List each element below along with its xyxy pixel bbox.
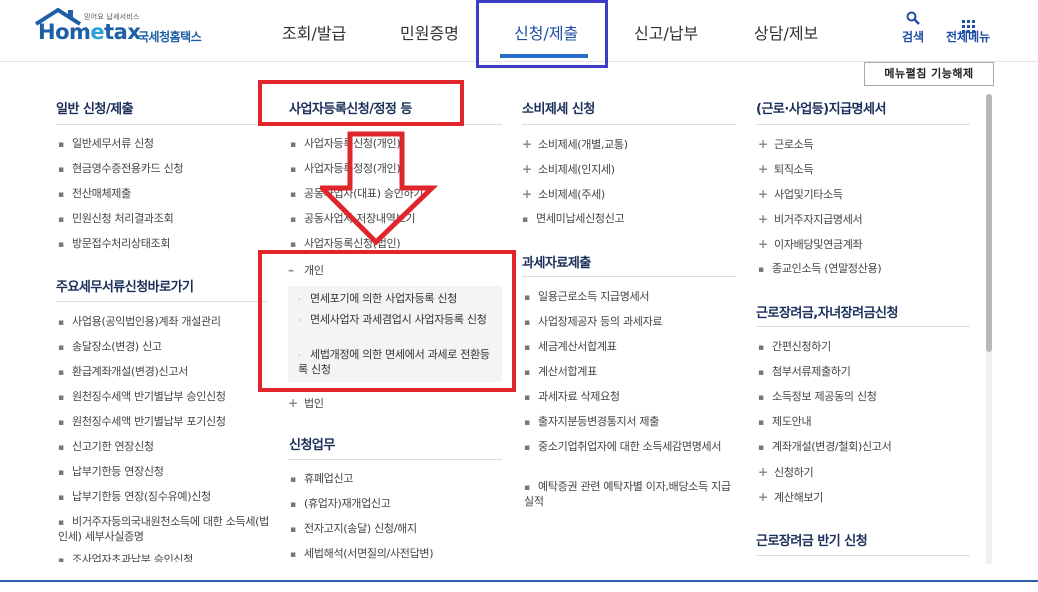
- divider: [522, 276, 736, 277]
- menu-link[interactable]: ▪ 첨부서류제출하기: [758, 365, 851, 380]
- menu-link[interactable]: ▪ 민원신청 처리결과조회: [58, 212, 174, 227]
- section-title-consumption-tax[interactable]: 소비제세 신청: [522, 98, 595, 117]
- menu-link[interactable]: ▪ 면세미납세신청신고: [522, 212, 625, 227]
- section-title-shortcuts[interactable]: 주요세무서류신청바로가기: [56, 276, 194, 295]
- menu-link[interactable]: + 근로소득: [758, 137, 814, 152]
- divider: [756, 326, 970, 327]
- menu-link[interactable]: + 퇴직소득: [758, 162, 814, 177]
- nav-inquiry[interactable]: 조회/발급: [282, 20, 346, 44]
- menu-link[interactable]: ▪ 환급계좌개설(변경)신고서: [58, 365, 188, 380]
- section-title-semiannual-application[interactable]: 근로장려금 반기 신청: [756, 530, 868, 549]
- search-icon: [902, 8, 924, 28]
- menu-link[interactable]: ▪ 과세자료 삭제요청: [524, 390, 620, 405]
- annotation-red-box-submenu: [258, 250, 516, 392]
- divider: [288, 459, 502, 460]
- annotation-down-arrow-icon: [320, 131, 439, 246]
- menu-link[interactable]: ▪ 납부기한등 연장신청: [58, 465, 164, 480]
- menu-link[interactable]: ▪ 전자고지(송달) 신청/해지: [290, 522, 417, 537]
- menu-link[interactable]: ▪ 계산서합계표: [524, 365, 597, 380]
- divider: [756, 124, 970, 125]
- divider: [56, 301, 268, 302]
- menu-link[interactable]: + 소비제세(인지세): [522, 162, 615, 177]
- menu-link[interactable]: + 소비제세(주세): [522, 187, 605, 202]
- menu-link[interactable]: ▪ 사업용(공익법인용)계좌 개설관리: [58, 315, 221, 330]
- menu-link[interactable]: ▪ 일용근로소득 지급명세서: [524, 290, 650, 305]
- search-button[interactable]: 검색: [902, 8, 924, 45]
- menu-link[interactable]: ▪ 예탁증권 관련 예탁자별 이자,배당소득 지급 실적: [524, 480, 736, 509]
- menu-link[interactable]: ▪ 제도안내: [758, 415, 812, 430]
- menu-link[interactable]: ▪ 전산매체제출: [58, 187, 131, 202]
- section-title-tax-data-submission[interactable]: 과세자료제출: [522, 252, 591, 271]
- menu-link[interactable]: ▪ 방문접수처리상태조회: [58, 237, 171, 252]
- hometax-logo[interactable]: 믿어요 납세서비스 Hometax 국세청홈택스: [32, 6, 222, 50]
- menu-link[interactable]: + 계산해보기: [758, 490, 823, 505]
- menu-link[interactable]: + 이자배당및연금계좌: [758, 237, 863, 252]
- divider: [56, 124, 268, 125]
- menu-link[interactable]: ▪ 휴폐업신고: [290, 472, 353, 487]
- menu-link[interactable]: ▪ 조사업자초과납부 승인신청: [58, 553, 193, 562]
- logo-wordmark: Hometax: [38, 20, 141, 44]
- divider: [756, 555, 970, 556]
- submenu-toggle-corporate[interactable]: + 법인: [288, 396, 324, 411]
- menu-link[interactable]: ▪ 현금영수증전용카드 신청: [58, 162, 184, 177]
- menu-link[interactable]: ▪ 원천징수세액 반기별납부 포기신청: [58, 415, 226, 430]
- logo-subtitle: 국세청홈택스: [138, 30, 202, 44]
- menu-expand-toggle-button[interactable]: 메뉴펼침 기능해제: [864, 62, 994, 86]
- menu-link[interactable]: ▪ 일반세무서류 신청: [58, 137, 154, 152]
- menu-link[interactable]: ▪ 중소기업취업자에 대한 소득세감면명세서: [524, 440, 736, 455]
- menu-link[interactable]: + 신청하기: [758, 465, 814, 480]
- menu-link[interactable]: ▪ 사업장제공자 등의 과세자료: [524, 315, 663, 330]
- menu-link[interactable]: + 비거주자지급명세서: [758, 212, 863, 227]
- menu-link[interactable]: ▪ 간편신청하기: [758, 340, 831, 355]
- footer-rule: [0, 580, 1038, 582]
- annotation-red-box-title: [258, 80, 464, 126]
- menu-link[interactable]: ▪ 비거주자등의국내원천소득에 대한 소득세(법인세) 세부사실증명: [58, 515, 270, 544]
- menu-link[interactable]: ▪ 신고기한 연장신청: [58, 440, 154, 455]
- section-title-general-application[interactable]: 일반 신청/제출: [56, 98, 134, 117]
- expand-plus-icon: +: [288, 396, 298, 410]
- section-title-application-tasks[interactable]: 신청업무: [289, 434, 335, 453]
- menu-link[interactable]: + 사업및기타소득: [758, 187, 843, 202]
- scrollbar-thumb[interactable]: [986, 94, 992, 352]
- menu-link[interactable]: + 소비제세(개별,교통): [522, 137, 628, 152]
- menu-link[interactable]: ▪ (휴업자)재개업신고: [290, 497, 391, 512]
- annotation-blue-box: [476, 0, 608, 68]
- menu-link[interactable]: ▪ 출자지분등변경통지서 제출: [524, 415, 659, 430]
- menu-link[interactable]: ▪ 송달장소(변경) 신고: [58, 340, 162, 355]
- menu-link[interactable]: ▪ 종교인소득 (연말정산용): [758, 262, 882, 277]
- all-menu-label: 전체메뉴: [946, 30, 991, 44]
- nav-consultation-report[interactable]: 상담/제보: [754, 20, 818, 44]
- menu-link[interactable]: ▪ 납부기한등 연장(징수유예)신청: [58, 490, 211, 505]
- grid-menu-icon: [946, 8, 990, 33]
- section-title-earned-income-incentive[interactable]: 근로장려금,자녀장려금신청: [756, 302, 898, 321]
- section-title-payment-statement[interactable]: (근로·사업등)지급명세서: [756, 98, 886, 117]
- menu-link[interactable]: ▪ 소득정보 제공동의 신청: [758, 390, 877, 405]
- menu-link[interactable]: ▪ 원천징수세액 반기별납부 승인신청: [58, 390, 226, 405]
- divider: [522, 124, 736, 125]
- search-label: 검색: [902, 30, 925, 44]
- nav-filing-payment[interactable]: 신고/납부: [634, 20, 698, 44]
- menu-link[interactable]: ▪ 세법해석(서면질의/사전답변): [290, 547, 434, 562]
- menu-link[interactable]: ▪ 세금계산서합계표: [524, 340, 617, 355]
- nav-certificates[interactable]: 민원증명: [400, 20, 459, 44]
- all-menu-button[interactable]: 전체메뉴: [946, 8, 990, 45]
- menu-link[interactable]: ▪ 계좌개설(변경/철회)신고서: [758, 440, 892, 455]
